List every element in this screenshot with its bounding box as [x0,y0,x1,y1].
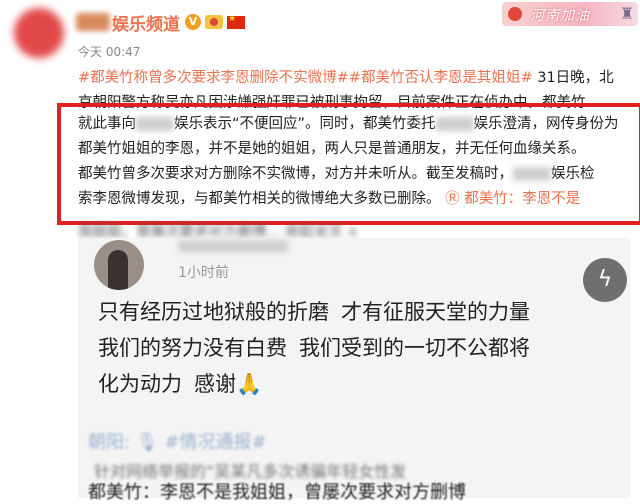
post-line-1: #都美竹称曾多次要求李恩删除不实微博##都美竹否认李恩是其姐姐# 31日晚，北 [78,70,614,86]
quoted-time: 1小时前 [178,265,229,281]
quoted-avatar[interactable] [94,240,144,290]
quoted-line-2: 我们的努力没有白费 我们受到的一切不公都将 [98,336,530,360]
boxed-line-1: 就此事向 娱乐表示“不便回应”。同时，都美竹委托 娱乐澄清，网传身份为 [78,116,619,132]
boxed-line-2: 都美竹姐姐的李恩，并不是她的姐姐，两人只是普通朋友，并无任何血缘关系。 [78,141,586,157]
china-flag-icon [227,14,245,29]
verified-icon: V [185,14,201,30]
boxed-line-3: 都美竹曾多次要求对方删除不实微博，对方并未听从。截至发稿时， 娱乐检 [78,166,595,182]
author-row: 娱乐频道 V [76,10,245,35]
post-time: 今天 00:47 [78,45,141,59]
blurred-name [513,167,551,181]
boxed-line-4: 索李恩微博发现，与都美竹相关的微博绝大多数已删除。 Ⓡ 都美竹：李恩不是 [78,191,581,207]
bottom-caption: 都美竹：李恩不是我姐姐，曾屡次要求对方删博 [88,482,466,503]
quoted-line-1: 只有经历过地狱般的折磨 才有征服天堂的力量 [98,300,530,324]
author-avatar[interactable] [14,8,64,58]
blurred-name [136,117,174,131]
quoted-hashtag-line[interactable]: 朝阳: 🎙 #情况通报# [88,428,267,454]
author-name[interactable]: 娱乐频道 [112,10,180,35]
tower-icon: ♜ [620,4,635,23]
blurred-name-prefix [76,13,110,31]
lightning-icon[interactable]: ϟ [583,258,627,302]
cheer-banner: 河南加油 ♜ [502,2,638,26]
heart-icon [508,7,522,21]
blurred-name [435,117,474,131]
quoted-author-name[interactable] [178,240,288,252]
cheer-banner-text: 河南加油 [530,8,590,24]
topic-link[interactable]: Ⓡ 都美竹：李恩不是 [441,191,580,207]
fan-badge-icon [205,15,223,29]
hashtag-link[interactable]: #都美竹称曾多次要求李恩删除不实微博##都美竹否认李恩是其姐姐# [78,70,533,86]
quoted-line-3: 化为动力 感谢🙏 [98,372,263,396]
